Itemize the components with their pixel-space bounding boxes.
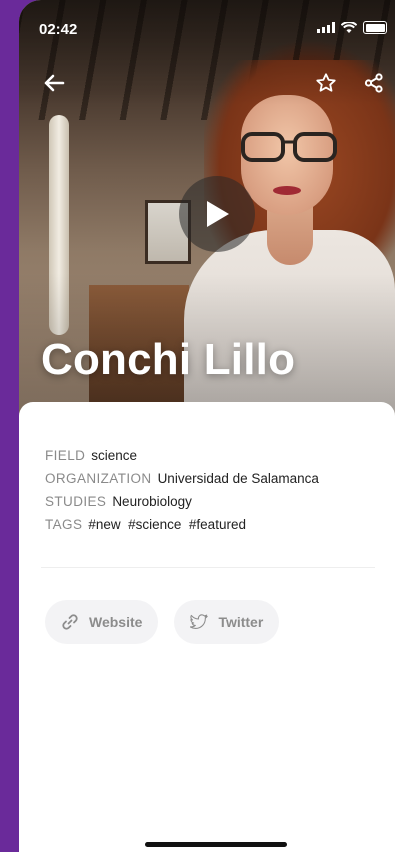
signal-icon [317, 22, 335, 33]
twitter-icon [190, 614, 209, 629]
app-screen: 02:42 Conchi Lillo FIELD science ORGANIZ… [19, 0, 395, 852]
arrow-left-icon [44, 74, 65, 92]
detail-label: FIELD [45, 448, 86, 463]
twitter-button[interactable]: Twitter [174, 600, 280, 644]
star-icon [316, 73, 336, 92]
detail-value: Neurobiology [112, 494, 192, 509]
battery-icon [363, 21, 387, 34]
profile-details: FIELD science ORGANIZATION Universidad de … [45, 444, 319, 536]
favorite-button[interactable] [311, 68, 341, 98]
profile-details-card: FIELD science ORGANIZATION Universidad de … [19, 402, 395, 852]
link-icon [62, 614, 78, 630]
play-video-button[interactable] [179, 176, 255, 252]
share-icon [364, 73, 383, 93]
status-icons [317, 21, 387, 34]
status-time: 02:42 [39, 21, 78, 38]
website-label: Website [89, 614, 143, 630]
detail-value: #new #science #featured [88, 517, 246, 532]
detail-row-field: FIELD science [45, 444, 319, 467]
detail-label: STUDIES [45, 494, 107, 509]
detail-row-studies: STUDIES Neurobiology [45, 490, 319, 513]
wifi-icon [341, 21, 357, 33]
profile-links: Website Twitter [45, 600, 280, 644]
detail-row-tags: TAGS #new #science #featured [45, 513, 319, 536]
website-button[interactable]: Website [45, 600, 159, 644]
back-button[interactable] [39, 68, 69, 98]
detail-label: TAGS [45, 517, 83, 532]
twitter-label: Twitter [218, 614, 264, 630]
profile-name: Conchi Lillo [41, 335, 296, 384]
play-icon [207, 201, 229, 227]
detail-label: ORGANIZATION [45, 471, 152, 486]
detail-value: science [91, 448, 138, 463]
home-indicator[interactable] [145, 842, 287, 847]
share-button[interactable] [359, 68, 389, 98]
divider [41, 567, 375, 568]
detail-row-organization: ORGANIZATION Universidad de Salamanca [45, 467, 319, 490]
detail-value: Universidad de Salamanca [157, 471, 319, 486]
